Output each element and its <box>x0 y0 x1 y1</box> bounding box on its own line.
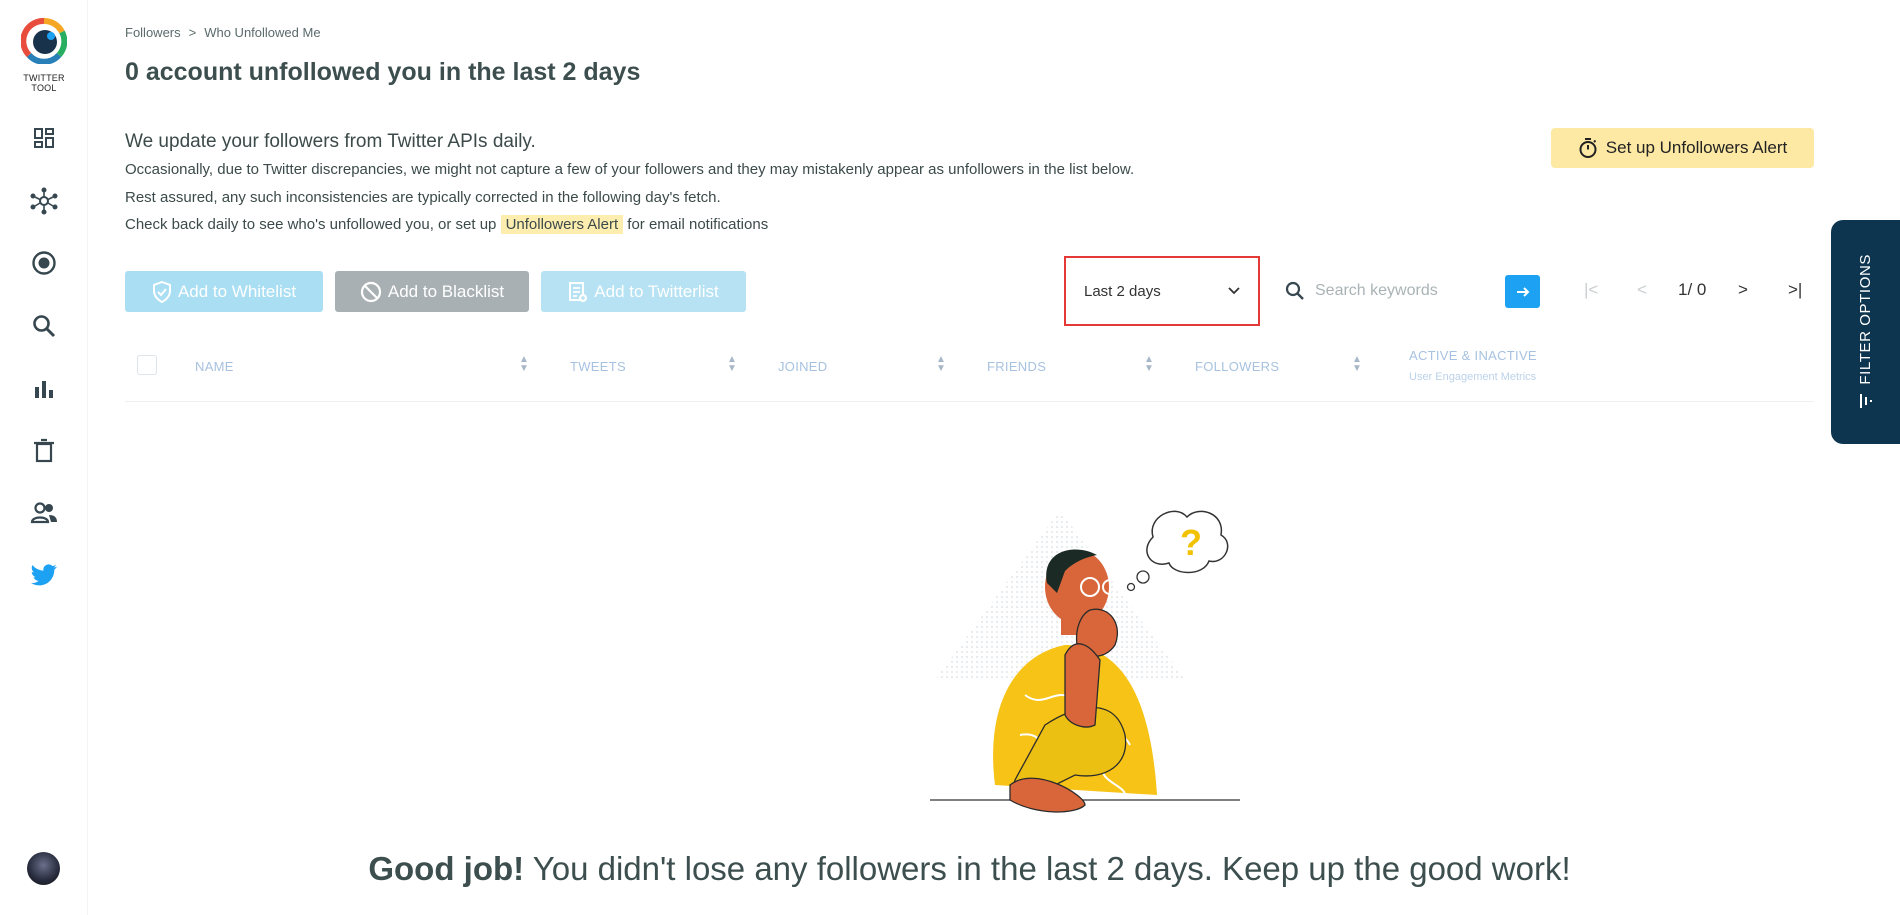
thought-bubble: ? <box>1126 510 1229 592</box>
filter-options-label: FILTER OPTIONS <box>1857 254 1874 385</box>
sidebar: TWITTER TOOL <box>0 0 88 915</box>
prev-page-button[interactable]: < <box>1637 280 1647 300</box>
users-icon <box>30 502 57 524</box>
select-all-checkbox[interactable] <box>137 355 157 375</box>
table-header: NAME ▲ ▼ TWEETS ▲ ▼ JOINED ▲ ▼ FRIENDS ▲ ▼ F… <box>125 345 1814 402</box>
setup-alert-label: Set up Unfollowers Alert <box>1605 138 1788 157</box>
info-line-1: Occasionally, due to Twitter discrepanci… <box>125 161 1135 178</box>
block-icon <box>360 281 381 302</box>
twitter-bird-icon <box>31 564 57 586</box>
unfollowers-alert-link[interactable]: Unfollowers Alert <box>500 215 624 234</box>
info-line-3: Check back daily to see who's unfollowed… <box>125 215 769 234</box>
info-heading: We update your followers from Twitter AP… <box>125 131 536 152</box>
col-tweets[interactable]: TWEETS <box>570 359 626 374</box>
search-box <box>1285 275 1485 307</box>
nav-twitter[interactable] <box>29 560 59 590</box>
sort-name-icon[interactable]: ▲ ▼ <box>519 355 529 374</box>
shield-check-icon <box>152 280 171 303</box>
bar-chart-icon <box>35 381 53 398</box>
thinking-person-illustration: ? <box>930 510 1240 813</box>
empty-state-bold: Good job! <box>368 850 525 887</box>
info-line-3-prefix: Check back daily to see who's unfollowed… <box>125 216 497 233</box>
app-logo[interactable]: TWITTER TOOL <box>14 17 74 93</box>
col-activity-subtitle: User Engagement Metrics <box>1409 371 1537 383</box>
whitelist-label: Add to Whitelist <box>177 281 297 301</box>
user-avatar[interactable] <box>27 852 60 885</box>
col-name[interactable]: NAME <box>195 359 234 374</box>
nav-record[interactable] <box>29 248 59 278</box>
next-page-button[interactable]: > <box>1738 280 1748 300</box>
sort-friends-icon[interactable]: ▲ ▼ <box>1144 355 1154 374</box>
info-line-3-suffix: for email notifications <box>627 216 769 233</box>
breadcrumb: Followers > Who Unfollowed Me <box>125 25 321 40</box>
search-submit-button[interactable] <box>1505 275 1540 308</box>
info-line-2: Rest assured, any such inconsistencies a… <box>125 189 721 206</box>
last-page-button[interactable]: >| <box>1788 280 1802 300</box>
sort-joined-icon[interactable]: ▲ ▼ <box>936 355 946 374</box>
record-icon <box>32 251 56 275</box>
add-to-blacklist-button[interactable]: Add to Blacklist <box>335 271 529 312</box>
nav-delete[interactable] <box>29 436 59 466</box>
breadcrumb-separator: > <box>188 25 197 40</box>
page-title: 0 account unfollowed you in the last 2 d… <box>125 58 641 86</box>
add-to-twitterlist-button[interactable]: Add to Twitterlist <box>541 271 746 312</box>
setup-alert-button[interactable]: Set up Unfollowers Alert <box>1551 128 1814 168</box>
nav-search[interactable] <box>29 311 59 341</box>
search-field-icon <box>1285 281 1304 300</box>
blacklist-label: Add to Blacklist <box>387 281 505 301</box>
page-indicator: 1/ 0 <box>1678 280 1707 299</box>
col-activity: ACTIVE & INACTIVE <box>1409 348 1537 363</box>
breadcrumb-followers[interactable]: Followers <box>125 25 181 40</box>
col-joined[interactable]: JOINED <box>778 359 827 374</box>
nav-network[interactable] <box>29 186 59 216</box>
arrow-right-icon <box>1516 286 1529 297</box>
col-friends[interactable]: FRIENDS <box>987 359 1046 374</box>
add-to-whitelist-button[interactable]: Add to Whitelist <box>125 271 323 312</box>
list-add-icon <box>569 281 588 302</box>
empty-state-text: You didn't lose any followers in the las… <box>524 850 1571 887</box>
dashboard-icon <box>34 128 54 148</box>
network-icon <box>30 187 58 215</box>
trash-icon <box>34 438 54 463</box>
search-icon <box>33 315 56 338</box>
logo-text: TWITTER TOOL <box>23 73 65 93</box>
search-input[interactable] <box>1315 282 1485 300</box>
filter-options-tab[interactable]: FILTER OPTIONS <box>1831 220 1900 444</box>
chevron-down-icon <box>1228 287 1240 295</box>
empty-state-message: Good job! You didn't lose any followers … <box>125 850 1814 888</box>
twitterlist-label: Add to Twitterlist <box>594 281 719 301</box>
filter-options-text: FILTER OPTIONS <box>1857 253 1874 385</box>
stopwatch-icon <box>1579 138 1597 158</box>
nav-analytics[interactable] <box>29 374 59 404</box>
first-page-button[interactable]: |< <box>1584 280 1598 300</box>
svg-text:?: ? <box>1180 522 1202 563</box>
nav-dashboard[interactable] <box>29 123 59 153</box>
sort-tweets-icon[interactable]: ▲ ▼ <box>727 355 737 374</box>
filter-icon <box>1859 394 1872 409</box>
breadcrumb-current: Who Unfollowed Me <box>204 25 321 40</box>
col-followers[interactable]: FOLLOWERS <box>1195 359 1279 374</box>
date-range-value: Last 2 days <box>1084 282 1161 300</box>
sort-followers-icon[interactable]: ▲ ▼ <box>1352 355 1362 374</box>
date-range-select[interactable]: Last 2 days <box>1064 256 1260 326</box>
nav-users[interactable] <box>29 498 59 528</box>
logo-icon <box>20 17 68 65</box>
